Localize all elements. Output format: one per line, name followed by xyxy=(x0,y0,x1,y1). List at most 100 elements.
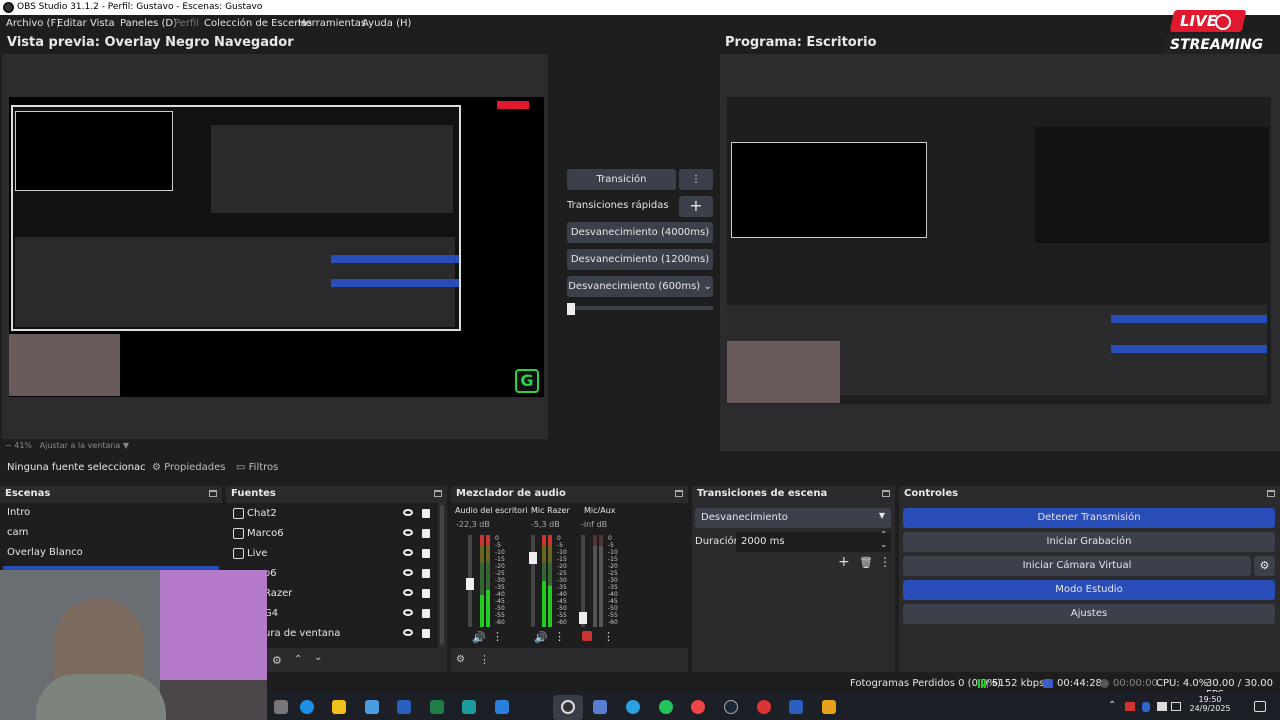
volume-handle[interactable] xyxy=(466,578,474,590)
excel-icon[interactable] xyxy=(430,700,444,714)
lock-icon[interactable] xyxy=(422,529,430,538)
source-item[interactable]: Live xyxy=(230,544,442,564)
mixer-settings-icon[interactable]: ⚙ xyxy=(456,654,465,665)
lock-icon[interactable] xyxy=(422,609,430,618)
app-icon[interactable] xyxy=(462,700,476,714)
chevron-down-icon[interactable]: ▼ xyxy=(123,441,129,450)
add-quick-transition-button[interactable]: + xyxy=(679,196,713,217)
quick-transition-4000[interactable]: Desvanecimiento (4000ms) ⌄ xyxy=(567,222,713,259)
lock-icon[interactable] xyxy=(422,569,430,578)
tray-icon[interactable] xyxy=(1125,702,1135,711)
scene-item[interactable]: Intro xyxy=(7,507,30,518)
notification-icon[interactable] xyxy=(1254,701,1266,712)
mixer-menu-icon[interactable]: ⋮ xyxy=(479,653,490,666)
telegram-icon[interactable] xyxy=(626,700,640,714)
calculator-icon[interactable] xyxy=(593,700,607,714)
lock-icon[interactable] xyxy=(422,509,430,518)
file-explorer-icon[interactable] xyxy=(332,700,346,714)
add-transition-icon[interactable]: + xyxy=(838,554,850,570)
zoom-controls[interactable]: − 41% Ajustar a la ventana ▼ xyxy=(5,441,129,450)
chrome-icon[interactable] xyxy=(691,700,705,714)
menu-herramientas[interactable]: Herramientas xyxy=(298,18,366,29)
settings-button[interactable]: Ajustes xyxy=(903,604,1275,624)
app-icon[interactable] xyxy=(495,700,509,714)
eye-icon[interactable] xyxy=(403,549,413,556)
start-virtual-camera-button[interactable]: Iniciar Cámara Virtual xyxy=(903,556,1251,576)
eye-icon[interactable] xyxy=(403,589,413,596)
start-recording-button[interactable]: Iniciar Grabación xyxy=(903,532,1275,552)
menu-perfil[interactable]: Perfil xyxy=(174,18,199,29)
app-icon[interactable] xyxy=(822,700,836,714)
menu-vista[interactable]: Vista xyxy=(90,18,115,29)
eye-icon[interactable] xyxy=(403,569,413,576)
volume-handle[interactable] xyxy=(529,552,537,564)
tray-icon[interactable] xyxy=(1157,702,1167,711)
transition-menu-button[interactable]: ⋮ xyxy=(679,169,713,190)
chrome-icon[interactable] xyxy=(757,700,771,714)
eye-icon[interactable] xyxy=(403,509,413,516)
float-icon[interactable] xyxy=(675,490,683,497)
word-icon[interactable] xyxy=(397,700,411,714)
bluetooth-icon[interactable] xyxy=(1142,702,1150,712)
spin-down-icon[interactable]: ⌄ xyxy=(880,540,887,549)
menu-editar[interactable]: Editar xyxy=(57,18,87,29)
app-icon[interactable] xyxy=(789,700,803,714)
filters-button[interactable]: ▭ Filtros xyxy=(236,462,278,473)
float-icon[interactable] xyxy=(882,490,890,497)
eye-icon[interactable] xyxy=(403,609,413,616)
muted-speaker-icon[interactable] xyxy=(582,631,592,641)
stop-streaming-button[interactable]: Detener Transmisión xyxy=(903,508,1275,528)
source-item[interactable]: Marco6 xyxy=(230,524,442,544)
lock-icon[interactable] xyxy=(422,629,430,638)
preview-canvas[interactable]: G xyxy=(9,97,544,397)
network-icon[interactable] xyxy=(1171,702,1181,711)
tray-chevron-icon[interactable]: ⌃ xyxy=(1108,700,1116,711)
float-icon[interactable] xyxy=(209,490,217,497)
speaker-icon[interactable]: 🔊 xyxy=(472,631,486,644)
scene-item[interactable]: cam xyxy=(7,527,28,538)
channel-menu-icon[interactable]: ⋮ xyxy=(603,630,614,643)
obs-taskbar-icon[interactable] xyxy=(561,700,575,714)
quick-transition-600[interactable]: Desvanecimiento (600ms) ⌄ xyxy=(567,276,713,297)
studio-mode-button[interactable]: Modo Estudio xyxy=(903,580,1275,600)
source-settings-icon[interactable]: ⚙ xyxy=(272,654,282,667)
duration-input[interactable]: 2000 ms ⌃ ⌄ xyxy=(736,530,891,552)
speaker-icon[interactable]: 🔊 xyxy=(534,631,548,644)
properties-button[interactable]: ⚙ Propiedades xyxy=(152,462,225,473)
t-bar-slider[interactable] xyxy=(567,303,713,315)
transition-button[interactable]: Transición xyxy=(567,169,676,190)
volume-handle[interactable] xyxy=(579,612,587,624)
virtual-camera-settings-icon[interactable]: ⚙ xyxy=(1254,556,1275,576)
source-item[interactable]: Chat2 xyxy=(230,504,442,524)
store-icon[interactable] xyxy=(365,700,379,714)
float-icon[interactable] xyxy=(434,490,442,497)
trash-icon[interactable]: 🗑 xyxy=(859,556,873,569)
steam-icon[interactable] xyxy=(724,700,738,714)
float-icon[interactable] xyxy=(1267,490,1275,497)
menu-coleccion-escenas[interactable]: Colección de Escenas xyxy=(204,18,312,29)
clock[interactable]: 19:50 24/9/2025 xyxy=(1187,695,1233,713)
t-bar-handle[interactable] xyxy=(567,303,575,315)
quick-transition-1200[interactable]: Desvanecimiento (1200ms) ⌄ xyxy=(567,249,713,286)
lock-icon[interactable] xyxy=(422,589,430,598)
sources-scrollbar[interactable] xyxy=(440,505,444,645)
task-view-icon[interactable] xyxy=(274,700,288,714)
channel-menu-icon[interactable]: ⋮ xyxy=(554,630,565,643)
fit-mode[interactable]: Ajustar a la ventana xyxy=(40,441,121,450)
spin-up-icon[interactable]: ⌃ xyxy=(880,530,887,539)
menu-archivo[interactable]: Archivo (F) xyxy=(6,18,60,29)
scene-item[interactable]: Overlay Blanco xyxy=(7,547,83,558)
edge-icon[interactable] xyxy=(300,700,314,714)
channel-menu-icon[interactable]: ⋮ xyxy=(492,630,503,643)
move-down-icon[interactable]: ⌄ xyxy=(314,652,322,663)
move-up-icon[interactable]: ⌃ xyxy=(294,654,302,665)
menu-paneles[interactable]: Paneles (D) xyxy=(120,18,177,29)
transition-select[interactable]: Desvanecimiento ▼ xyxy=(695,508,891,528)
whatsapp-icon[interactable] xyxy=(659,700,673,714)
transition-menu-icon[interactable]: ⋮ xyxy=(879,555,891,569)
menu-ayuda[interactable]: Ayuda (H) xyxy=(362,18,411,29)
lock-icon[interactable] xyxy=(422,549,430,558)
volume-slider[interactable] xyxy=(531,535,535,627)
eye-icon[interactable] xyxy=(403,529,413,536)
eye-icon[interactable] xyxy=(403,629,413,636)
